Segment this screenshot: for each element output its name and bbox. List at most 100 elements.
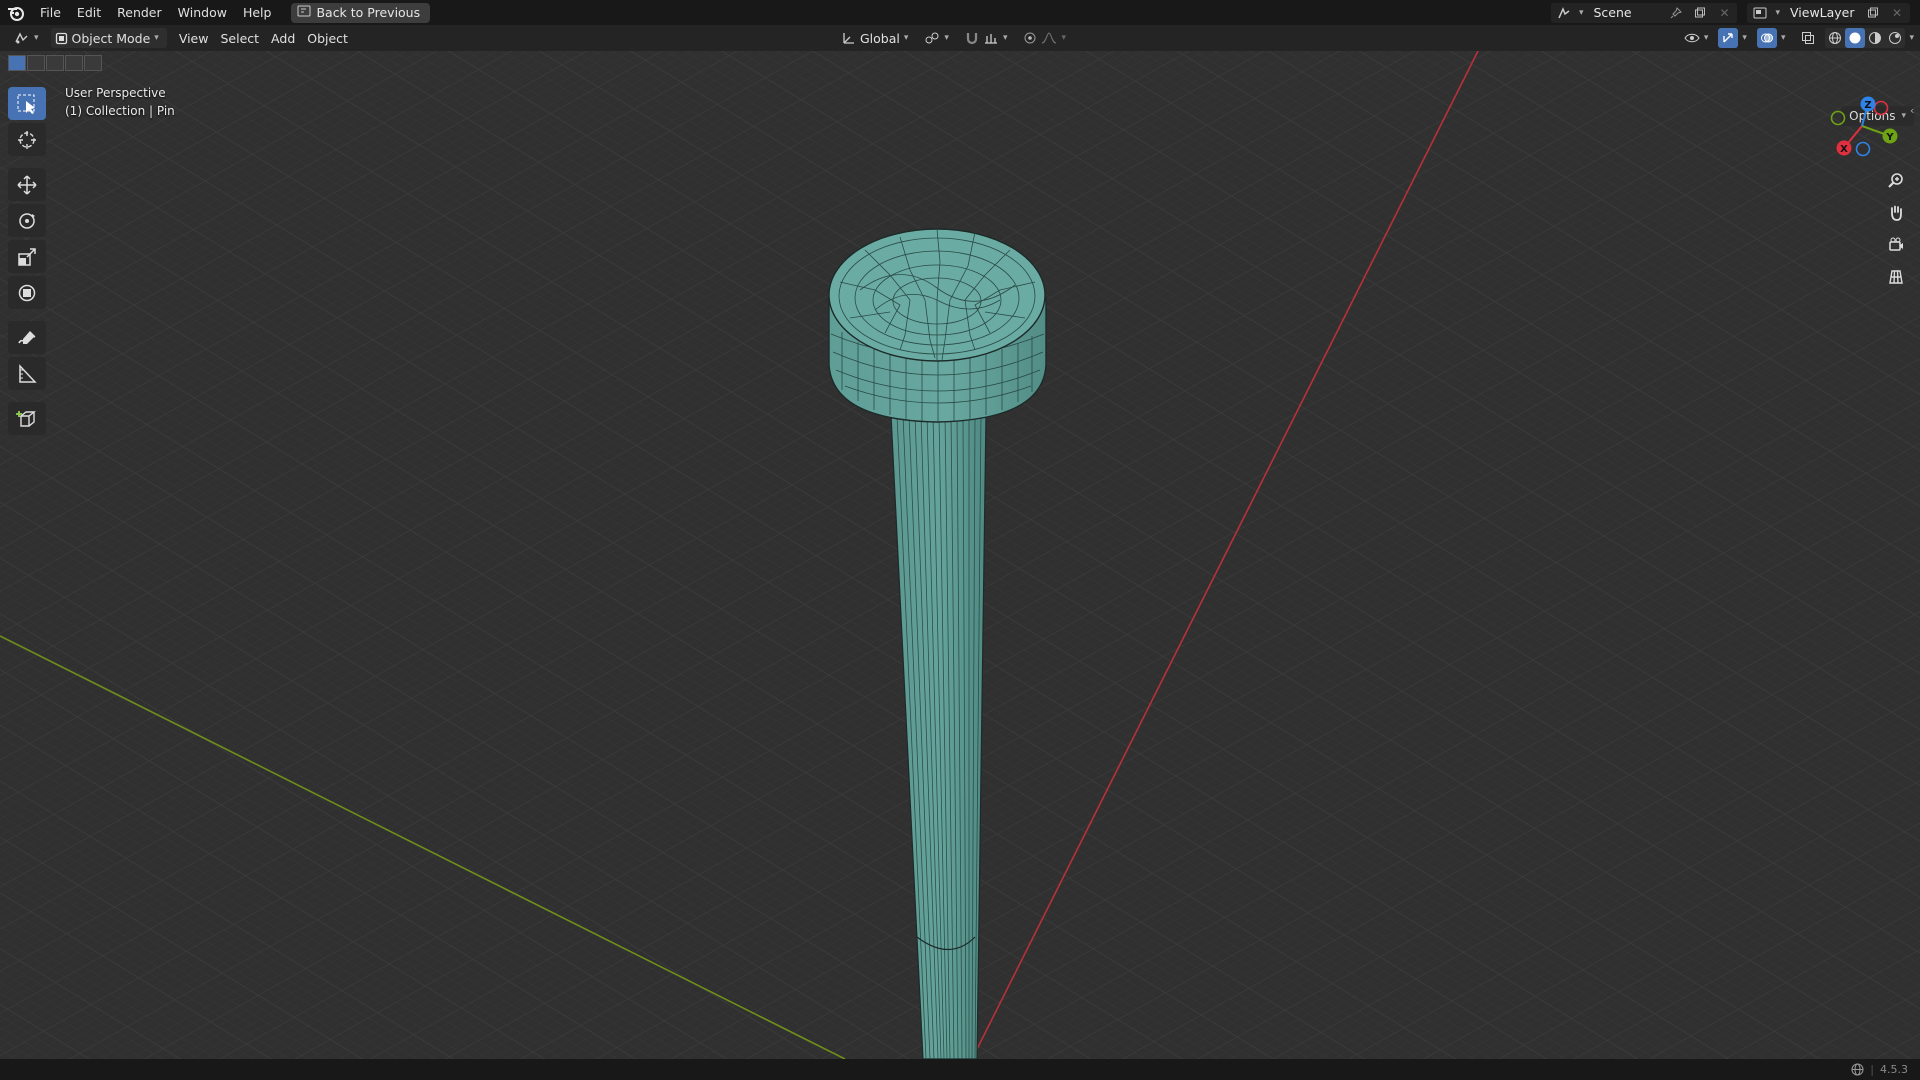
chevron-down-icon[interactable]: ▾	[1742, 33, 1747, 43]
3d-viewport[interactable]: User Perspective (1) Collection | Pin Op…	[0, 51, 1920, 1059]
select-subtract-button[interactable]	[46, 55, 64, 71]
new-scene-icon[interactable]	[1691, 4, 1709, 22]
cursor-icon	[18, 130, 36, 149]
menu-file[interactable]: File	[32, 0, 69, 25]
move-tool[interactable]	[8, 168, 46, 201]
object-mode-icon	[55, 32, 67, 44]
move-icon	[17, 174, 37, 195]
solid-icon	[1849, 32, 1861, 44]
chevron-down-icon: ▾	[1703, 33, 1709, 43]
back-icon	[297, 5, 311, 20]
selection-mode-group	[8, 55, 102, 71]
menu-edit[interactable]: Edit	[69, 0, 109, 25]
menu-add[interactable]: Add	[265, 28, 301, 48]
pan-button[interactable]	[1882, 200, 1910, 226]
cursor-tool[interactable]	[8, 123, 46, 156]
rotate-tool[interactable]	[8, 204, 46, 237]
scene-selector[interactable]: ▾ Scene ✕	[1550, 2, 1738, 23]
annotate-tool[interactable]	[8, 321, 46, 354]
wireframe-shading-button[interactable]	[1825, 28, 1845, 48]
camera-icon	[1889, 237, 1903, 251]
shading-mode-group	[1825, 28, 1906, 48]
select-invert-button[interactable]	[65, 55, 83, 71]
grid-icon	[1889, 270, 1903, 284]
menu-select[interactable]: Select	[214, 28, 265, 48]
hand-icon	[1891, 205, 1902, 221]
xray-toggle[interactable]	[1795, 28, 1821, 48]
navigation-gizmo[interactable]: X Y Z	[1818, 92, 1904, 162]
measure-icon	[19, 363, 37, 383]
solid-shading-button[interactable]	[1845, 28, 1866, 48]
back-to-previous-label: Back to Previous	[316, 5, 421, 20]
chevron-down-icon: ▾	[34, 33, 39, 43]
magnet-icon	[966, 33, 978, 45]
measure-tool[interactable]	[8, 357, 46, 390]
gizmo-toggle[interactable]	[1718, 28, 1739, 48]
rendered-shading-button[interactable]	[1885, 28, 1905, 48]
pivot-point-dropdown[interactable]: ▾	[918, 28, 955, 48]
editor-type-button[interactable]: ▾	[8, 28, 45, 48]
transform-orientation-dropdown[interactable]: Global ▾	[836, 28, 914, 48]
scale-icon	[18, 247, 36, 266]
tool-shelf	[8, 87, 46, 435]
material-shading-button[interactable]	[1865, 28, 1885, 48]
select-box-tool[interactable]	[8, 87, 46, 120]
select-new-button[interactable]	[8, 55, 26, 71]
new-view-layer-icon[interactable]	[1864, 4, 1882, 22]
select-box-icon	[17, 94, 35, 114]
gizmo-icon	[1723, 33, 1734, 43]
object-mode-dropdown[interactable]: Object Mode ▾	[50, 28, 167, 48]
view-layer-selector[interactable]: ▾ ViewLayer ✕	[1747, 2, 1910, 23]
pin-icon[interactable]	[1667, 4, 1685, 22]
transform-tool[interactable]	[8, 276, 46, 309]
wireframe-icon	[1829, 32, 1842, 44]
material-icon	[1869, 32, 1882, 44]
rotate-icon	[19, 212, 35, 229]
visibility-dropdown[interactable]: ▾	[1678, 28, 1715, 48]
view-layer-name[interactable]: ViewLayer	[1786, 5, 1858, 20]
select-intersect-button[interactable]	[84, 55, 102, 71]
globe-icon	[1851, 1063, 1864, 1076]
proportional-editing-toggle[interactable]: ▾	[1017, 28, 1072, 48]
menu-render[interactable]: Render	[109, 0, 170, 25]
close-scene-icon[interactable]: ✕	[1715, 4, 1733, 22]
close-view-layer-icon[interactable]: ✕	[1888, 4, 1906, 22]
back-to-previous-button[interactable]: Back to Previous	[291, 2, 431, 23]
zoom-icon	[1888, 173, 1903, 188]
add-cube-icon	[16, 410, 36, 427]
zoom-button[interactable]	[1882, 168, 1910, 194]
menu-view[interactable]: View	[173, 28, 215, 48]
scene-name[interactable]: Scene	[1589, 5, 1661, 20]
menu-help[interactable]: Help	[235, 0, 280, 25]
chevron-down-icon[interactable]: ▾	[1909, 33, 1914, 43]
snap-target-icon	[984, 34, 997, 44]
y-axis-label: Y	[1885, 132, 1894, 143]
neg-x-axis-handle[interactable]	[1873, 100, 1889, 116]
annotate-icon	[18, 330, 36, 344]
menu-window[interactable]: Window	[170, 0, 235, 25]
pivot-icon	[925, 32, 939, 44]
viewport-header: ▾ Object Mode ▾ View Select Add Object G…	[0, 25, 1920, 51]
view-layer-icon	[1751, 4, 1769, 22]
add-cube-tool[interactable]	[8, 402, 46, 435]
snap-toggle[interactable]: ▾	[959, 28, 1014, 48]
ortho-toggle-button[interactable]	[1882, 264, 1910, 290]
proportional-icon	[1024, 32, 1036, 44]
menu-object[interactable]: Object	[301, 28, 354, 48]
blender-logo-icon[interactable]	[0, 0, 32, 25]
chevron-down-icon[interactable]: ▾	[1781, 33, 1786, 43]
chevron-down-icon: ▾	[1775, 7, 1780, 18]
scale-tool[interactable]	[8, 240, 46, 273]
sidebar-toggle-icon[interactable]: ‹	[1910, 104, 1914, 117]
overlays-toggle[interactable]	[1756, 28, 1777, 48]
chevron-down-icon: ▾	[154, 33, 159, 43]
neg-z-axis-handle[interactable]	[1855, 141, 1871, 157]
viewport-scene[interactable]	[0, 51, 1920, 1059]
neg-y-axis-handle[interactable]	[1830, 110, 1846, 126]
chevron-down-icon: ▾	[1061, 33, 1066, 43]
select-extend-button[interactable]	[27, 55, 45, 71]
camera-view-button[interactable]	[1882, 232, 1910, 258]
navigation-controls	[1882, 168, 1910, 290]
view-name-label: User Perspective	[65, 86, 166, 100]
chevron-down-icon: ▾	[903, 33, 909, 43]
